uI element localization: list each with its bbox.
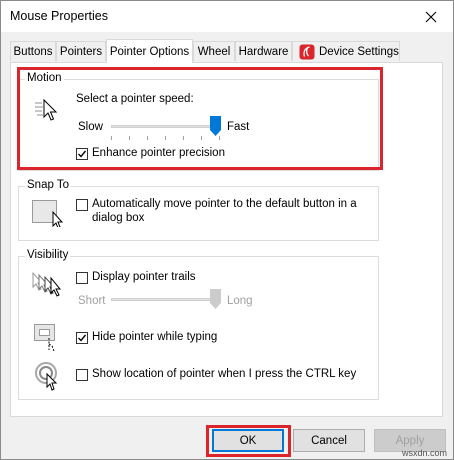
device-settings-icon — [299, 44, 315, 59]
pointer-speed-icon — [35, 98, 58, 121]
slow-label: Slow — [78, 121, 103, 133]
locate-pointer-icon — [35, 362, 58, 391]
slider-tick — [129, 136, 130, 140]
tab-label: Buttons — [13, 45, 53, 58]
ok-button[interactable]: OK — [212, 429, 284, 452]
enhance-precision-label: Enhance pointer precision — [92, 147, 225, 159]
hide-pointer-icon — [34, 324, 55, 352]
trail-length-slider[interactable] — [111, 286, 221, 316]
tab-device-settings[interactable]: Device Settings — [292, 41, 400, 61]
show-location-ctrl-label: Show location of pointer when I press th… — [92, 368, 357, 380]
hide-while-typing-label: Hide pointer while typing — [92, 331, 218, 343]
tab-buttons[interactable]: Buttons — [10, 41, 56, 61]
enhance-precision-checkbox[interactable] — [76, 148, 88, 160]
close-button[interactable] — [409, 1, 453, 32]
pointer-trails-checkbox[interactable] — [76, 272, 88, 284]
tab-pointer-options[interactable]: Pointer Options — [106, 39, 193, 63]
pointer-options-panel: Motion Select a pointer speed: Slow Fast… — [10, 62, 443, 417]
slider-tick — [111, 136, 112, 140]
motion-legend: Motion — [25, 72, 64, 84]
visibility-group: Visibility Display pointer trails Short … — [18, 249, 379, 400]
speed-label: Select a pointer speed: — [76, 93, 194, 105]
pointer-trails-label: Display pointer trails — [92, 271, 196, 283]
show-location-ctrl-checkbox[interactable] — [76, 369, 88, 381]
hide-while-typing-checkbox[interactable] — [76, 332, 88, 344]
snap-to-legend: Snap To — [25, 179, 71, 191]
tab-label: Pointers — [59, 45, 103, 58]
watermark: wsxdn.com — [401, 448, 447, 458]
cancel-button[interactable]: Cancel — [293, 429, 365, 452]
window-title: Mouse Properties — [10, 9, 108, 23]
tab-label: Hardware — [238, 45, 289, 58]
long-label: Long — [227, 295, 253, 307]
tab-strip: Buttons Pointers Pointer Options Wheel H… — [1, 39, 453, 63]
slider-tick — [183, 136, 184, 140]
short-label: Short — [78, 295, 106, 307]
visibility-legend: Visibility — [25, 249, 71, 261]
snap-to-checkbox[interactable] — [76, 199, 88, 211]
close-icon — [425, 11, 437, 22]
tab-pointers[interactable]: Pointers — [56, 41, 106, 61]
ok-label: OK — [239, 434, 257, 447]
snap-to-button-icon — [32, 200, 64, 227]
motion-group: Motion Select a pointer speed: Slow Fast… — [18, 72, 379, 171]
pointer-speed-slider[interactable] — [111, 113, 221, 143]
slider-track — [111, 298, 221, 301]
check-mark-icon — [78, 150, 87, 158]
slider-thumb — [210, 289, 221, 309]
slider-tick — [165, 136, 166, 140]
tab-hardware[interactable]: Hardware — [235, 41, 292, 61]
fast-label: Fast — [227, 121, 250, 133]
tab-label: Wheel — [197, 45, 231, 58]
tab-label: Device Settings — [319, 45, 399, 58]
slider-track — [111, 125, 221, 128]
check-mark-icon — [78, 334, 87, 342]
apply-label: Apply — [395, 434, 425, 447]
slider-tick — [219, 136, 220, 140]
snap-to-label-line2: dialog box — [92, 212, 145, 224]
slider-tick — [201, 136, 202, 140]
snap-to-label-line1: Automatically move pointer to the defaul… — [92, 198, 357, 210]
title-bar: Mouse Properties — [1, 1, 453, 32]
tab-wheel[interactable]: Wheel — [193, 41, 235, 61]
slider-thumb[interactable] — [210, 116, 221, 136]
mouse-properties-window: Mouse Properties Buttons Pointers Pointe… — [0, 0, 454, 460]
pointer-trails-icon — [32, 271, 62, 297]
cancel-label: Cancel — [311, 434, 347, 447]
snap-to-group: Snap To Automatically move pointer to th… — [18, 179, 379, 241]
tab-label: Pointer Options — [109, 45, 190, 58]
slider-tick — [147, 136, 148, 140]
